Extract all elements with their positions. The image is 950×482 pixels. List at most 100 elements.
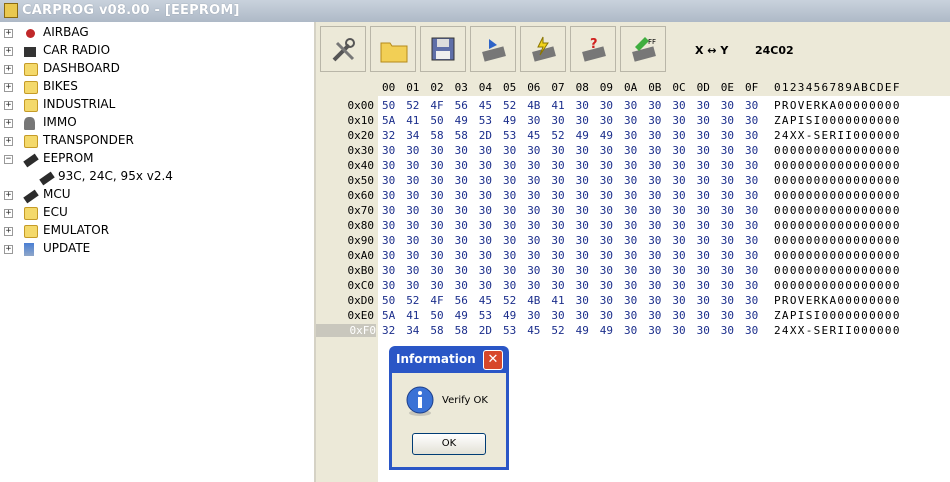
hex-byte[interactable]: 30: [576, 159, 589, 172]
hex-byte[interactable]: 41: [551, 294, 564, 307]
hex-byte[interactable]: 30: [672, 309, 685, 322]
hex-byte[interactable]: 30: [551, 249, 564, 262]
hex-byte[interactable]: 30: [697, 264, 710, 277]
hex-byte[interactable]: 30: [600, 249, 613, 262]
hex-byte[interactable]: 30: [697, 129, 710, 142]
hex-byte[interactable]: 30: [455, 144, 468, 157]
hex-byte[interactable]: 30: [672, 114, 685, 127]
hex-byte[interactable]: 30: [745, 144, 758, 157]
hex-byte[interactable]: 30: [382, 144, 395, 157]
hex-byte[interactable]: 52: [551, 129, 564, 142]
hex-byte[interactable]: 49: [455, 114, 468, 127]
hex-byte[interactable]: 30: [430, 219, 443, 232]
hex-byte[interactable]: 30: [406, 159, 419, 172]
hex-byte[interactable]: 30: [479, 219, 492, 232]
hex-byte[interactable]: 30: [406, 219, 419, 232]
hex-byte[interactable]: 30: [382, 249, 395, 262]
hex-byte[interactable]: 49: [576, 129, 589, 142]
hex-byte[interactable]: 30: [624, 279, 637, 292]
hex-byte[interactable]: 30: [600, 264, 613, 277]
hex-byte[interactable]: 30: [479, 234, 492, 247]
hex-byte[interactable]: 30: [551, 144, 564, 157]
hex-byte[interactable]: 30: [721, 309, 734, 322]
hex-byte[interactable]: 30: [721, 129, 734, 142]
hex-byte[interactable]: 30: [624, 114, 637, 127]
hex-row[interactable]: 0x10 5A 41 50 49 53 49 30 30 30 30 30 30 30 30 30 30 ZAPI…: [316, 114, 950, 129]
hex-byte[interactable]: 30: [455, 249, 468, 262]
row-ascii[interactable]: 0000000000000000: [774, 234, 901, 247]
hex-byte[interactable]: 30: [672, 189, 685, 202]
hex-byte[interactable]: 30: [406, 279, 419, 292]
hex-byte[interactable]: 30: [672, 279, 685, 292]
hex-byte[interactable]: 30: [551, 114, 564, 127]
hex-byte[interactable]: 30: [721, 324, 734, 337]
settings-button[interactable]: [320, 26, 366, 72]
hex-byte[interactable]: 30: [624, 99, 637, 112]
row-ascii[interactable]: 0000000000000000: [774, 264, 901, 277]
hex-byte[interactable]: 30: [527, 174, 540, 187]
hex-byte[interactable]: 30: [672, 249, 685, 262]
hex-byte[interactable]: 30: [382, 279, 395, 292]
hex-byte[interactable]: 30: [576, 279, 589, 292]
hex-byte[interactable]: 58: [455, 324, 468, 337]
hex-byte[interactable]: 30: [624, 249, 637, 262]
expand-toggle-icon[interactable]: −: [4, 155, 13, 164]
hex-byte[interactable]: 30: [600, 294, 613, 307]
hex-byte[interactable]: 30: [382, 219, 395, 232]
hex-byte[interactable]: 30: [576, 204, 589, 217]
hex-byte[interactable]: 50: [430, 114, 443, 127]
hex-byte[interactable]: 49: [503, 114, 516, 127]
hex-byte[interactable]: 30: [624, 264, 637, 277]
hex-byte[interactable]: 30: [721, 264, 734, 277]
hex-byte[interactable]: 32: [382, 324, 395, 337]
hex-row[interactable]: 0xE0 5A 41 50 49 53 49 30 30 30 30 30 30 30 30 30 30 ZAPI…: [316, 309, 950, 324]
hex-byte[interactable]: 2D: [479, 129, 492, 142]
hex-byte[interactable]: 30: [672, 174, 685, 187]
hex-byte[interactable]: 30: [648, 264, 661, 277]
hex-byte[interactable]: 53: [503, 324, 516, 337]
hex-byte[interactable]: 30: [479, 249, 492, 262]
hex-byte[interactable]: 30: [576, 264, 589, 277]
row-ascii[interactable]: 0000000000000000: [774, 249, 901, 262]
hex-row[interactable]: 0xB0 30 30 30 30 30 30 30 30 30 30 30 30 30 30 30 30 0000…: [316, 264, 950, 279]
hex-byte[interactable]: 30: [600, 159, 613, 172]
hex-byte[interactable]: 45: [479, 99, 492, 112]
hex-byte[interactable]: 30: [455, 279, 468, 292]
hex-byte[interactable]: 53: [503, 129, 516, 142]
hex-byte[interactable]: 30: [576, 234, 589, 247]
hex-byte[interactable]: 41: [406, 114, 419, 127]
hex-byte[interactable]: 30: [672, 219, 685, 232]
hex-byte[interactable]: 30: [503, 174, 516, 187]
hex-row[interactable]: 0xA0 30 30 30 30 30 30 30 30 30 30 30 30 30 30 30 30 0000…: [316, 249, 950, 264]
hex-row[interactable]: 0x60 30 30 30 30 30 30 30 30 30 30 30 30 30 30 30 30 0000…: [316, 189, 950, 204]
hex-byte[interactable]: 30: [672, 234, 685, 247]
expand-toggle-icon[interactable]: +: [4, 65, 13, 74]
hex-byte[interactable]: 30: [648, 159, 661, 172]
hex-byte[interactable]: 30: [382, 234, 395, 247]
hex-byte[interactable]: 30: [527, 114, 540, 127]
hex-byte[interactable]: 30: [721, 144, 734, 157]
hex-row[interactable]: 0x00 50 52 4F 56 45 52 4B 41 30 30 30 30 30 30 30 30 PROV…: [316, 99, 950, 114]
hex-byte[interactable]: 4F: [430, 99, 443, 112]
hex-byte[interactable]: 30: [430, 249, 443, 262]
hex-byte[interactable]: 30: [648, 324, 661, 337]
hex-byte[interactable]: 30: [382, 159, 395, 172]
hex-byte[interactable]: 30: [551, 204, 564, 217]
hex-byte[interactable]: 5A: [382, 309, 395, 322]
hex-byte[interactable]: 30: [672, 294, 685, 307]
hex-byte[interactable]: 30: [672, 144, 685, 157]
hex-byte[interactable]: 30: [624, 324, 637, 337]
hex-byte[interactable]: 30: [648, 294, 661, 307]
read-button[interactable]: [470, 26, 516, 72]
hex-byte[interactable]: 30: [576, 219, 589, 232]
hex-byte[interactable]: 30: [406, 264, 419, 277]
hex-byte[interactable]: 30: [697, 159, 710, 172]
hex-byte[interactable]: 30: [745, 159, 758, 172]
row-ascii[interactable]: 0000000000000000: [774, 279, 901, 292]
hex-byte[interactable]: 45: [479, 294, 492, 307]
hex-byte[interactable]: 30: [697, 204, 710, 217]
hex-byte[interactable]: 30: [624, 219, 637, 232]
expand-toggle-icon[interactable]: +: [4, 83, 13, 92]
hex-byte[interactable]: 30: [479, 204, 492, 217]
hex-byte[interactable]: 30: [430, 279, 443, 292]
